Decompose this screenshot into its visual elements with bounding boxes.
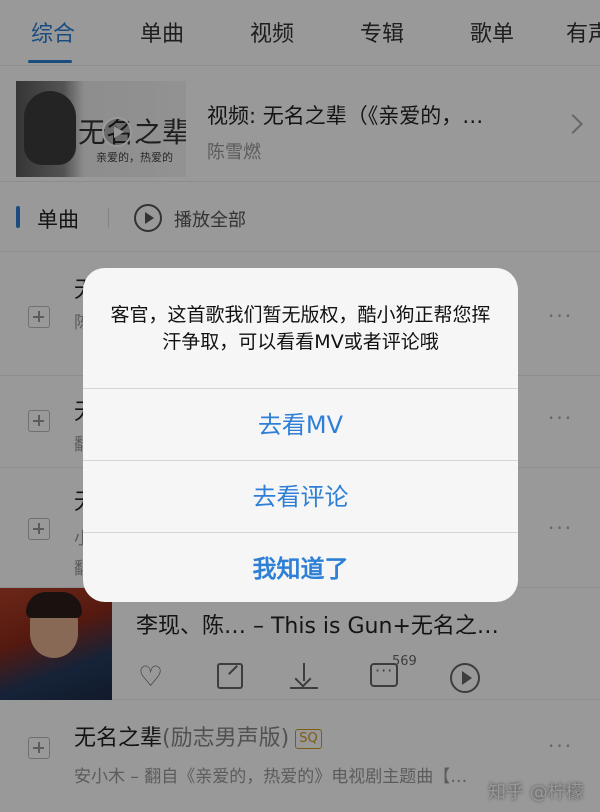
view-comments-button[interactable]: 去看评论 bbox=[83, 460, 518, 532]
watch-mv-button[interactable]: 去看MV bbox=[83, 388, 518, 460]
got-it-button[interactable]: 我知道了 bbox=[83, 532, 518, 602]
alert-message: 客官，这首歌我们暂无版权，酷小狗正帮您挥汗争取，可以看看MV或者评论哦 bbox=[110, 304, 491, 353]
copyright-alert-dialog: 客官，这首歌我们暂无版权，酷小狗正帮您挥汗争取，可以看看MV或者评论哦 去看MV… bbox=[83, 268, 518, 602]
